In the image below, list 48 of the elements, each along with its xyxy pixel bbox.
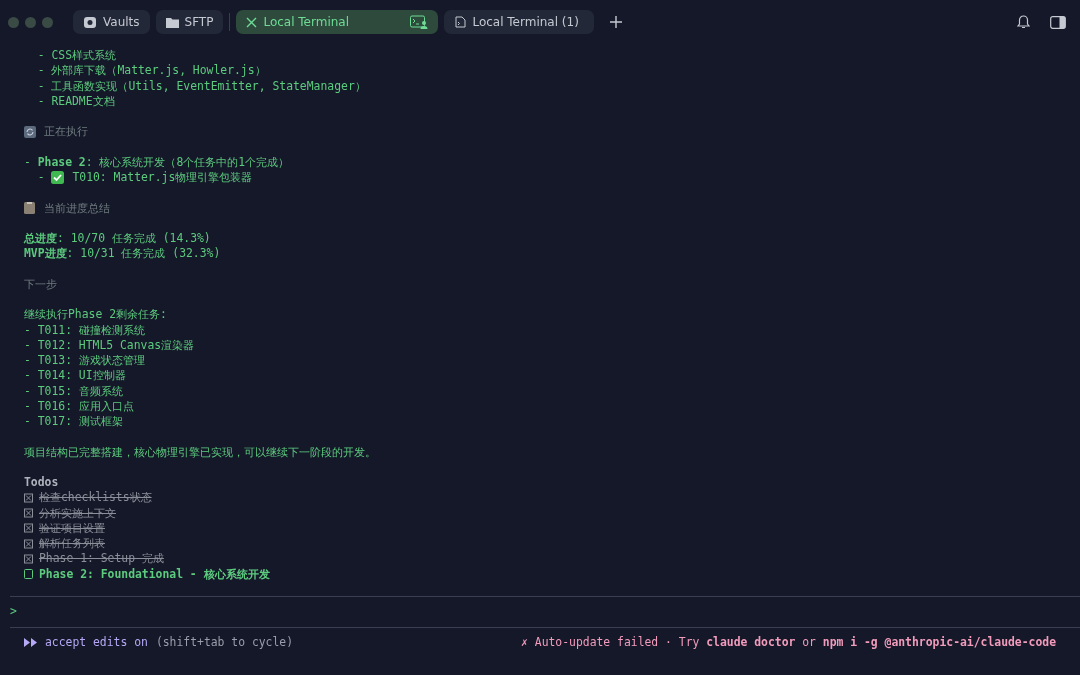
mode-status: accept edits on	[45, 634, 148, 652]
section-heading: 当前进度总结	[44, 200, 110, 216]
terminal-icon	[454, 16, 467, 28]
terminal-line: - T017: 测试框架	[24, 414, 123, 430]
terminal-line: - 工具函数实现（Utils, EventEmitter, StateManager）	[36, 78, 366, 94]
tab[interactable]: SFTP	[155, 10, 224, 34]
close-icon[interactable]	[246, 16, 258, 28]
error-message: ✗ Auto-update failed · Try claude doctor or npm i -g @anthropic-ai/claude-code	[521, 634, 1056, 652]
clipboard-icon	[24, 202, 35, 215]
tab[interactable]: Local Terminal	[236, 10, 439, 34]
terminal-line: - T013: 游戏状态管理	[24, 353, 145, 369]
terminal-line: - 外部库下载（Matter.js, Howler.js）	[36, 63, 266, 79]
fast-forward-icon	[24, 638, 38, 648]
section-heading: 正在执行	[44, 124, 88, 140]
bell-icon[interactable]	[1017, 15, 1030, 29]
todo-item: 解析任务列表	[39, 536, 105, 552]
terminal-line: 项目结构已完整搭建，核心物理引擎已实现，可以继续下一阶段的开发。	[24, 444, 376, 460]
todo-item: Phase 1: Setup 完成	[39, 551, 164, 567]
terminal-line: - T015: 音频系统	[24, 383, 123, 399]
tab[interactable]: Local Terminal (1)	[444, 10, 595, 34]
terminal-line: - T016: 应用入口点	[24, 398, 134, 414]
terminal-line: - README文档	[36, 93, 115, 109]
todos-title: Todos	[24, 475, 59, 491]
todo-item: 检查checklists状态	[39, 490, 152, 506]
terminal-line: T010: Matter.js物理引擎包装器	[72, 170, 253, 186]
folder-icon	[165, 16, 179, 28]
todo-item: Phase 2: Foundational - 核心系统开发	[39, 566, 270, 582]
prompt-symbol: >	[10, 603, 17, 621]
terminal-line: - T014: UI控制器	[24, 368, 126, 384]
todo-item: 分析实施上下文	[39, 505, 116, 521]
add-tab-icon[interactable]	[610, 16, 623, 28]
vault-icon	[83, 15, 97, 29]
terminal-line: - T011: 碰撞检测系统	[24, 322, 145, 338]
tab[interactable]: Vaults	[73, 10, 150, 34]
list-marker: -	[36, 170, 46, 186]
section-heading: 下一步	[24, 276, 57, 292]
terminal-line: - CSS样式系统	[36, 48, 116, 64]
terminal-line: MVP进度: 10/31 任务完成 (32.3%)	[24, 246, 221, 262]
checkmark-icon	[51, 171, 65, 185]
terminal-line: 继续执行Phase 2剩余任务:	[24, 307, 167, 323]
terminal-user-icon	[410, 15, 429, 29]
terminal-line: - Phase 2: 核心系统开发（8个任务中的1个完成）	[24, 154, 290, 170]
sidebar-toggle-icon[interactable]	[1050, 15, 1066, 29]
refresh-icon	[24, 125, 36, 138]
todo-item: 验证项目设置	[39, 520, 105, 536]
terminal-line: 总进度: 10/70 任务完成 (14.3%)	[24, 231, 211, 247]
shortcut-hint: (shift+tab to cycle)	[155, 634, 294, 652]
terminal-line: - T012: HTML5 Canvas渲染器	[24, 337, 195, 353]
